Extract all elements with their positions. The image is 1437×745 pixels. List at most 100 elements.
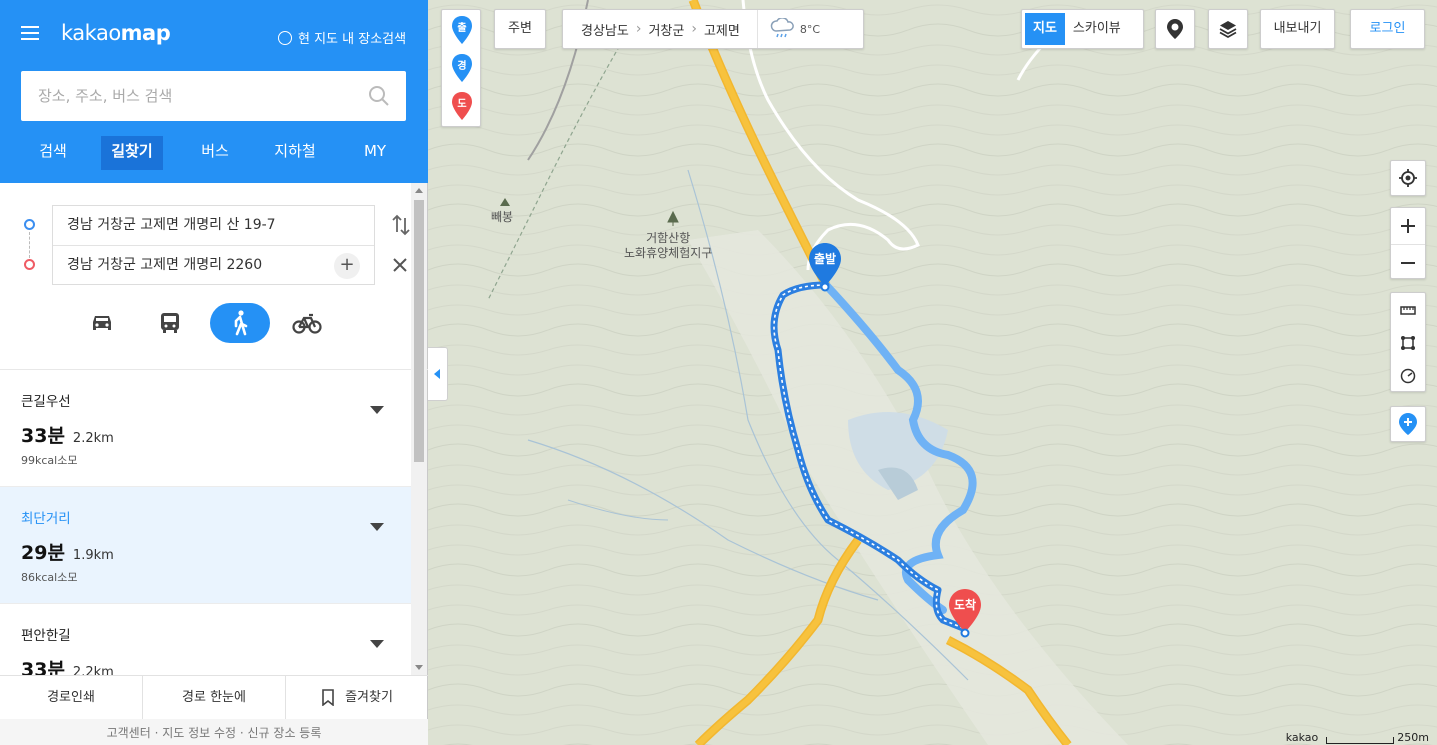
- scroll-down-icon[interactable]: [415, 665, 423, 670]
- map-label-camp: 거함산항 노화휴양체험지구: [624, 231, 712, 261]
- results-scrollbar[interactable]: [411, 183, 427, 675]
- end-marker-label: 도착: [953, 598, 977, 612]
- map-label-peak: 빼봉: [491, 210, 514, 224]
- zoom-control: [1390, 207, 1426, 279]
- add-waypoint-button[interactable]: +: [334, 253, 360, 279]
- swap-icon[interactable]: [392, 213, 410, 237]
- start-marker[interactable]: 출발: [808, 242, 842, 296]
- my-location-button[interactable]: [1390, 160, 1426, 196]
- mode-bike[interactable]: [277, 303, 337, 343]
- menu-icon[interactable]: [21, 26, 39, 40]
- tab-search[interactable]: 검색: [22, 136, 84, 170]
- minus-icon: [1401, 261, 1415, 264]
- close-icon[interactable]: [392, 257, 408, 273]
- radius-icon: [1400, 368, 1416, 383]
- route-fields: 경남 거창군 고제면 개명리 산 19-7 경남 거창군 고제면 개명리 226…: [52, 205, 375, 285]
- breadcrumb-town[interactable]: 고제면: [697, 20, 747, 39]
- route-option-name: 큰길우선: [21, 394, 71, 410]
- print-route-button[interactable]: 경로인쇄: [0, 676, 143, 719]
- route-option-name: 편안한길: [21, 628, 71, 644]
- search-input[interactable]: [21, 71, 341, 121]
- nearby-button[interactable]: 주변: [494, 9, 546, 49]
- kakaomap-logo[interactable]: kakaomap: [61, 21, 171, 45]
- start-marker-label: 출발: [813, 252, 837, 266]
- scale-bar: kakao 250m: [1286, 731, 1429, 744]
- map-type-toggle: 지도 스카이뷰: [1021, 9, 1144, 49]
- scale-value: 250m: [1397, 731, 1429, 744]
- route-option-time: 33분 2.2km: [21, 655, 411, 675]
- zoom-in-button[interactable]: [1391, 208, 1425, 244]
- map-label-camp-line1: 거함산항: [646, 231, 691, 245]
- map-area-search-label: 현 지도 내 장소검색: [298, 32, 407, 47]
- car-icon: [93, 316, 111, 330]
- sidebar-header: kakaomap 현 지도 내 장소검색 검색 길찾기 버스 지하철 MY: [0, 0, 428, 183]
- breadcrumb-county[interactable]: 거창군: [641, 20, 691, 39]
- radius-tool-button[interactable]: [1391, 359, 1425, 392]
- tab-bus[interactable]: 버스: [184, 136, 246, 170]
- zoom-out-button[interactable]: [1391, 244, 1425, 280]
- map-tools: [1390, 292, 1426, 392]
- chevron-down-icon[interactable]: [370, 406, 384, 414]
- export-button[interactable]: 내보내기: [1260, 9, 1335, 49]
- route-option[interactable]: 편안한길 33분 2.2km: [0, 604, 411, 675]
- bike-icon: [292, 313, 322, 334]
- scroll-thumb[interactable]: [414, 200, 424, 462]
- route-option-time: 33분 2.2km: [21, 425, 114, 447]
- route-inputs: 경남 거창군 고제면 개명리 산 19-7 경남 거창군 고제면 개명리 226…: [0, 183, 428, 370]
- search-box: [21, 71, 406, 121]
- tab-directions[interactable]: 길찾기: [101, 136, 163, 170]
- map-type-map[interactable]: 지도: [1025, 13, 1065, 45]
- chevron-down-icon[interactable]: [370, 640, 384, 648]
- layers-button[interactable]: [1208, 9, 1248, 49]
- destination-pin-button[interactable]: 도: [451, 91, 473, 121]
- map-view[interactable]: 빼봉 거함산항 노화휴양체험지구 출발 도착 출 경 도 주변 경상남도 › 거…: [428, 0, 1437, 745]
- route-option-name: 최단거리: [21, 511, 71, 527]
- area-tool-button[interactable]: [1391, 326, 1425, 359]
- route-overview-button[interactable]: 경로 한눈에: [143, 676, 286, 719]
- scroll-up-icon[interactable]: [415, 188, 423, 193]
- roadview-button[interactable]: [1155, 9, 1195, 49]
- mode-bus[interactable]: [140, 303, 200, 343]
- map-area-search-option[interactable]: 현 지도 내 장소검색: [278, 28, 406, 47]
- rain-cloud-icon: [770, 18, 794, 38]
- origin-field[interactable]: 경남 거창군 고제면 개명리 산 19-7: [53, 206, 374, 245]
- tab-my[interactable]: MY: [344, 136, 406, 170]
- destination-field[interactable]: 경남 거창군 고제면 개명리 2260: [53, 245, 374, 284]
- end-marker[interactable]: 도착: [948, 588, 982, 642]
- collapse-sidebar-button[interactable]: [428, 347, 448, 401]
- area-icon: [1401, 335, 1415, 350]
- mode-walk[interactable]: [210, 303, 270, 343]
- search-icon[interactable]: [368, 85, 390, 107]
- origin-pin-button[interactable]: 출: [451, 15, 473, 45]
- route-option-time: 29분 1.9km: [21, 542, 114, 564]
- breadcrumb-province[interactable]: 경상남도: [563, 20, 636, 39]
- mode-car[interactable]: [72, 303, 132, 343]
- waypoint-pin-button[interactable]: 경: [451, 53, 473, 83]
- map-canvas[interactable]: [428, 0, 1437, 745]
- route-option-distance: 1.9km: [72, 548, 114, 563]
- roadview-pin-icon: [1167, 19, 1183, 39]
- add-place-icon: [1399, 413, 1417, 435]
- chevron-down-icon[interactable]: [370, 523, 384, 531]
- login-button[interactable]: 로그인: [1350, 9, 1425, 49]
- radio-icon[interactable]: [278, 30, 292, 45]
- destination-dot-icon: [24, 259, 35, 270]
- layers-icon: [1219, 21, 1237, 39]
- add-place-button[interactable]: [1390, 406, 1426, 442]
- favorite-button[interactable]: 즐겨찾기: [286, 676, 428, 719]
- scale-brand: kakao: [1285, 731, 1319, 744]
- tab-subway[interactable]: 지하철: [264, 136, 326, 170]
- route-option[interactable]: 최단거리 29분 1.9km 86kcal소모: [0, 487, 411, 604]
- route-pin-palette: 출 경 도: [441, 9, 481, 127]
- bookmark-icon: [322, 689, 334, 706]
- route-option[interactable]: 큰길우선 33분 2.2km 99kcal소모: [0, 370, 411, 487]
- route-option-kcal: 86kcal소모: [21, 571, 78, 584]
- weather-widget[interactable]: 8°C: [756, 10, 821, 48]
- temperature: 8°C: [799, 22, 821, 36]
- origin-dot-icon: [24, 219, 35, 230]
- footer-links[interactable]: 고객센터 · 지도 정보 수정 · 신규 장소 등록: [0, 719, 428, 745]
- distance-tool-button[interactable]: [1391, 293, 1425, 326]
- map-type-skyview[interactable]: 스카이뷰: [1065, 13, 1129, 45]
- route-option-distance: 2.2km: [72, 431, 114, 446]
- route-option-kcal: 99kcal소모: [21, 454, 78, 467]
